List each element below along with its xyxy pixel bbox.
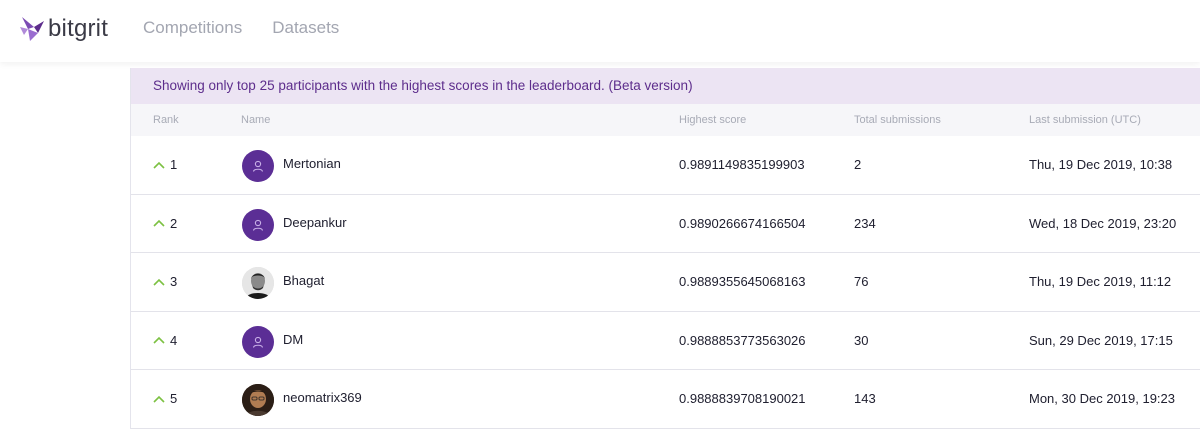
participant-name[interactable]: Bhagat	[283, 273, 324, 288]
column-last-submission: Last submission (UTC)	[1029, 114, 1141, 126]
total-submissions: 30	[854, 332, 869, 348]
column-highest-score: Highest score	[679, 114, 747, 126]
nav-competitions[interactable]: Competitions	[143, 18, 242, 38]
rank-up-arrow-icon	[153, 161, 165, 169]
rank-cell: 3	[153, 274, 177, 289]
default-user-icon	[242, 325, 274, 358]
brand-name: bitgrit	[48, 15, 109, 42]
total-submissions: 143	[854, 391, 876, 407]
participant-name[interactable]: Mertonian	[283, 156, 341, 171]
total-submissions: 234	[854, 215, 876, 231]
table-row[interactable]: 2 Deepankur 0.9890266674166504 234 Wed, …	[131, 195, 1200, 254]
rank-number: 1	[170, 157, 178, 172]
rank-number: 3	[170, 274, 178, 290]
total-submissions: 76	[854, 274, 869, 290]
last-submission: Thu, 19 Dec 2019, 10:38	[1029, 157, 1173, 172]
table-header: Rank Name Highest score Total submission…	[131, 104, 1200, 136]
column-rank: Rank	[153, 114, 179, 126]
rank-number: 5	[170, 391, 178, 407]
rank-up-arrow-icon	[153, 278, 165, 286]
bitgrit-logo[interactable]: bitgrit	[18, 12, 108, 46]
column-total-submissions: Total submissions	[854, 114, 941, 126]
default-user-icon	[242, 150, 274, 182]
participant-name[interactable]: Deepankur	[283, 215, 347, 230]
participant-name[interactable]: neomatrix369	[283, 390, 362, 405]
highest-score: 0.9888853773563026	[679, 332, 806, 348]
rank-cell: 4	[153, 333, 177, 348]
highest-score: 0.9889355645068163	[679, 274, 806, 290]
left-gutter	[0, 62, 130, 429]
table-row[interactable]: 5 neomatrix369 0.9888839708190021 143 Mo…	[131, 370, 1200, 429]
main-nav: Competitions Datasets	[143, 18, 369, 38]
table-row[interactable]: 1 Mertonian 0.9891149835199903 2 Thu, 19…	[131, 136, 1200, 195]
rank-up-arrow-icon	[153, 337, 165, 344]
last-submission: Mon, 30 Dec 2019, 19:23	[1029, 391, 1175, 407]
user-photo	[242, 384, 274, 417]
participant-name[interactable]: DM	[283, 332, 303, 347]
rank-up-arrow-icon	[153, 219, 165, 227]
last-submission: Wed, 18 Dec 2019, 23:20	[1029, 215, 1177, 231]
rank-number: 4	[170, 332, 178, 348]
column-name: Name	[241, 114, 271, 126]
bitgrit-logo-icon	[20, 17, 44, 41]
user-photo	[242, 267, 274, 300]
total-submissions: 2	[854, 157, 862, 172]
top-navigation-bar: bitgrit Competitions Datasets	[0, 0, 1200, 62]
table-row[interactable]: 3 Bhagat 0.9889355645068163 76 Thu, 19 D…	[131, 253, 1200, 312]
rank-cell: 2	[153, 216, 177, 231]
highest-score: 0.9890266674166504	[679, 215, 806, 231]
last-submission: Sun, 29 Dec 2019, 17:15	[1029, 332, 1173, 348]
nav-datasets[interactable]: Datasets	[272, 18, 339, 38]
leaderboard-panel: Showing only top 25 participants with th…	[130, 68, 1200, 429]
rank-cell: 1	[153, 157, 177, 172]
rank-up-arrow-icon	[153, 395, 165, 403]
table-row[interactable]: 4 DM 0.9888853773563026 30 Sun, 29 Dec 2…	[131, 312, 1200, 371]
last-submission: Thu, 19 Dec 2019, 11:12	[1029, 274, 1172, 290]
default-user-icon	[242, 208, 274, 241]
rank-cell: 5	[153, 391, 177, 406]
highest-score: 0.9891149835199903	[679, 157, 805, 172]
rank-number: 2	[170, 215, 178, 231]
highest-score: 0.9888839708190021	[679, 391, 806, 407]
leaderboard-notice: Showing only top 25 participants with th…	[131, 68, 1200, 104]
